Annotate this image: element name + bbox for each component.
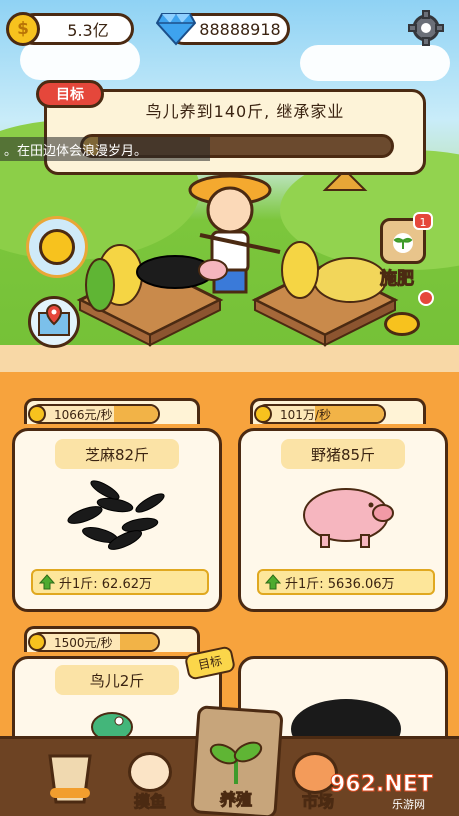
sesame-plot: [76, 244, 224, 347]
farmer-character: [188, 174, 281, 294]
news-ticker: 。在田边体会浪漫岁月。: [0, 137, 210, 161]
rate-bar: 1066元/秒: [30, 404, 160, 424]
upgrade-button[interactable]: 升1斤: 5636.06万: [257, 569, 435, 595]
goal-title: 鸟儿养到140斤, 继承家业: [145, 102, 345, 121]
watermark-subtitle: 乐游网: [392, 798, 425, 811]
rate-text: 1500元/秒: [54, 635, 113, 650]
rate-bar: 101万/秒: [256, 404, 386, 424]
card-title: 鸟儿2斤: [55, 665, 179, 695]
map-button[interactable]: [28, 296, 80, 348]
card-title: 野猪85斤: [281, 439, 405, 469]
card-title: 芝麻82斤: [55, 439, 179, 469]
up-arrow-icon: [39, 574, 55, 590]
coin-icon: [254, 405, 272, 423]
nav-item-farming[interactable]: 养殖: [196, 736, 276, 810]
coin-boost-icon: [39, 229, 75, 265]
durian-plot: [251, 241, 399, 347]
coin-icon: $: [6, 12, 40, 46]
upgrade-text: 升1斤: 62.62万: [59, 576, 152, 592]
cup-icon: [48, 754, 92, 804]
watermark-logo: 962.NET: [330, 772, 434, 798]
upgrade-text: 升1斤: 5636.06万: [285, 576, 395, 592]
diamond-balance-value: 88888918: [199, 19, 281, 39]
crop-card-sesame[interactable]: 芝麻82斤 升1斤: 62.62万: [12, 428, 222, 612]
coin-icon: [28, 405, 46, 423]
sesame-seeds-image: [67, 480, 165, 550]
coin-icon-glyph: $: [17, 19, 29, 39]
rate-text: 1066元/秒: [54, 407, 113, 422]
fertilize-label: 施肥: [380, 269, 415, 290]
upgrade-button[interactable]: 升1斤: 62.62万: [31, 569, 209, 595]
diamond-icon: [156, 13, 196, 46]
coin-boost-button[interactable]: [26, 216, 88, 278]
coin-stack-icon: [384, 312, 420, 336]
nav-label: 养殖: [219, 790, 252, 810]
map-pin-icon: [38, 303, 70, 336]
ticker-text: 。在田边体会浪漫岁月。: [4, 143, 148, 159]
coin-icon: [28, 633, 46, 651]
fertilize-badge: 1: [413, 212, 433, 230]
rate-text: 101万/秒: [280, 407, 331, 422]
coin-stack-alert-dot: [418, 290, 434, 306]
pig-image: [303, 488, 394, 548]
rate-bar-fill: [113, 406, 158, 422]
rate-bar-fill: [120, 634, 158, 650]
nav-item-fishing[interactable]: 摸鱼: [110, 752, 190, 816]
fishing-face-icon: [128, 752, 172, 792]
goal-tag: 目标: [36, 80, 104, 108]
nav-item-cup[interactable]: [30, 752, 110, 816]
crop-card-boar[interactable]: 野猪85斤 升1斤: 5636.06万: [238, 428, 448, 612]
settings-gear-icon[interactable]: [408, 10, 444, 46]
sprout-icon: [209, 741, 263, 784]
up-arrow-icon: [265, 574, 281, 590]
rate-bar: 1500元/秒: [30, 632, 160, 652]
nav-label: 摸鱼: [133, 792, 166, 812]
coin-balance-value: 5.3亿: [67, 21, 109, 40]
